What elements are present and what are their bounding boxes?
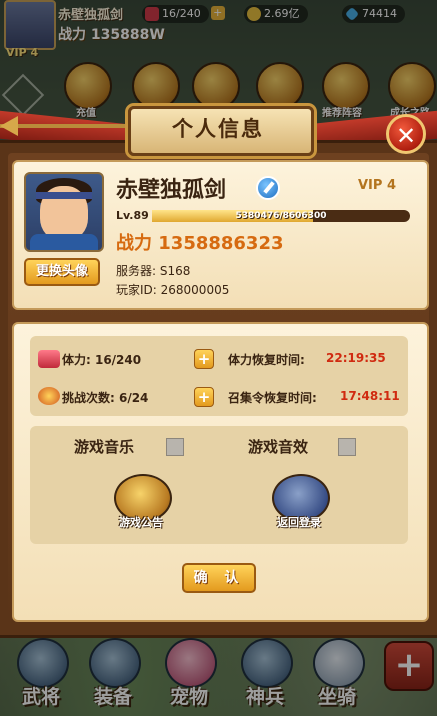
music-label: 游戏音乐 xyxy=(74,438,135,456)
spear-tip-decoration xyxy=(0,116,18,136)
xp-text: 5380476/8606300 xyxy=(235,211,327,221)
xp-bar: 5380476/8606300 xyxy=(152,210,410,222)
change-avatar-button[interactable]: 更换头像 xyxy=(24,258,100,286)
stamina-recover-label: 体力恢复时间: xyxy=(228,353,305,367)
summon-recover-label: 召集令恢复时间: xyxy=(228,391,317,405)
dialog-title: 个人信息 xyxy=(172,117,264,141)
challenge-label: 挑战次数: 6/24 xyxy=(62,391,149,405)
sound-checkbox[interactable] xyxy=(338,438,356,456)
stamina-recover-time: 22:19:35 xyxy=(326,351,386,365)
player-id: 玩家ID: 268000005 xyxy=(116,283,230,297)
back-login-label: 返回登录 xyxy=(277,516,321,529)
edit-name-icon[interactable] xyxy=(256,176,280,200)
portrait-body xyxy=(30,234,98,250)
challenge-icon xyxy=(38,387,60,405)
vip-badge: VIP 4 xyxy=(358,178,396,193)
player-portrait xyxy=(24,172,104,252)
add-challenge-button[interactable]: + xyxy=(194,387,214,407)
announcement-label: 游戏公告 xyxy=(119,516,163,529)
player-level: Lv.89 xyxy=(116,209,149,222)
confirm-button[interactable]: 确 认 xyxy=(182,563,256,593)
player-name: 赤壁独孤剑 xyxy=(116,178,227,203)
close-button[interactable]: ✕ xyxy=(386,114,426,154)
player-server: 服务器: S168 xyxy=(116,264,191,278)
summon-recover-time: 17:48:11 xyxy=(340,389,400,403)
spear-decoration xyxy=(0,124,140,128)
music-checkbox[interactable] xyxy=(166,438,184,456)
player-power: 战力 1358886323 xyxy=(116,233,284,254)
stamina-label: 体力: 16/240 xyxy=(62,353,142,367)
sound-label: 游戏音效 xyxy=(248,438,309,456)
stamina-icon xyxy=(38,350,60,368)
add-stamina-button[interactable]: + xyxy=(194,349,214,369)
portrait-headband xyxy=(36,192,92,199)
